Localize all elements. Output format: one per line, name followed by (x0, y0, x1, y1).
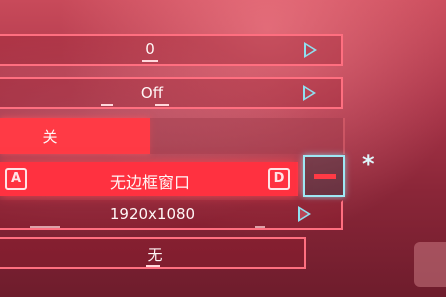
minus-icon (314, 174, 336, 179)
setting-row-1[interactable] (0, 34, 343, 66)
toggle-option-off[interactable] (150, 118, 345, 154)
setting-row-2-value: Off (140, 84, 164, 102)
toggle-option-on[interactable] (0, 118, 150, 154)
setting-row-2-underline (101, 104, 113, 106)
next-option-icon[interactable] (303, 85, 316, 101)
toggle-option-label: 关 (42, 128, 58, 146)
next-option-icon[interactable] (298, 206, 311, 222)
next-key-hint[interactable]: D (268, 168, 290, 190)
setting-row-2-underline (155, 104, 169, 106)
resolution-value: 1920x1080 (109, 205, 196, 223)
resolution-underline (255, 226, 265, 228)
side-panel (414, 242, 446, 287)
settings-screen: 0 Off 关 A 无边框窗口 D * 1920x1080 无 (0, 0, 446, 297)
setting-row-6-underline (146, 265, 160, 267)
next-option-icon[interactable] (304, 42, 317, 58)
window-mode-value: 无边框窗口 (109, 173, 190, 192)
resolution-underline (30, 226, 60, 228)
collapse-button[interactable] (303, 155, 345, 197)
setting-row-1-underline (142, 60, 158, 62)
prev-key-hint[interactable]: A (5, 168, 27, 190)
modified-marker: * (362, 150, 375, 178)
setting-row-6-value: 无 (147, 246, 163, 264)
setting-row-1-value: 0 (145, 40, 155, 58)
